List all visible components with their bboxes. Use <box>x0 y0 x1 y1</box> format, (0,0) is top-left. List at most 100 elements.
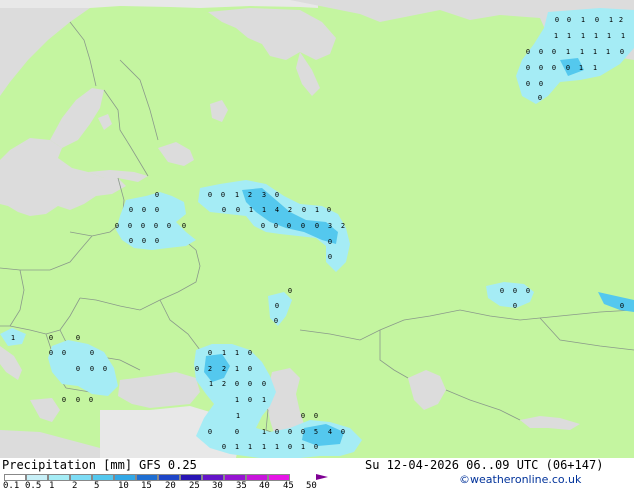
precip-value-label: 0 <box>90 349 94 357</box>
precip-value-label: 0 <box>76 365 80 373</box>
precip-value-label: 4 <box>328 428 332 436</box>
precip-value-label: 1 <box>11 334 15 342</box>
precip-value-label: 1 <box>235 349 239 357</box>
precip-value-label: 1 <box>235 365 239 373</box>
precip-value-label: 0 <box>288 443 292 451</box>
precip-value-label: 0 <box>552 64 556 72</box>
precip-value-label: 0 <box>222 206 226 214</box>
precip-value-label: 2 <box>208 365 212 373</box>
precip-value-label: 1 <box>262 396 266 404</box>
precip-value-label: 0 <box>235 428 239 436</box>
legend-swatch <box>26 474 48 481</box>
precip-value-label: 0 <box>526 80 530 88</box>
precip-value-label: 0 <box>513 302 517 310</box>
precip-value-label: 0 <box>538 94 542 102</box>
precip-value-label: 3 <box>262 191 266 199</box>
precipitation-map[interactable]: 0010121111110001111000001100000012300011… <box>0 0 634 458</box>
precip-value-label: 1 <box>262 443 266 451</box>
precip-value-label: 0 <box>620 302 624 310</box>
precip-value-label: 0 <box>328 238 332 246</box>
precip-value-label: 0 <box>103 365 107 373</box>
copyright-link[interactable]: ©weatheronline.co.uk <box>459 473 581 486</box>
precip-value-label: 0 <box>555 16 559 24</box>
precip-value-label: 4 <box>275 206 279 214</box>
legend-swatch <box>48 474 70 481</box>
precip-value-label: 0 <box>328 253 332 261</box>
legend-swatch <box>136 474 158 481</box>
precip-value-label: 1 <box>593 48 597 56</box>
precip-value-label: 0 <box>539 64 543 72</box>
precip-value-label: 0 <box>275 191 279 199</box>
precip-value-label: 0 <box>248 380 252 388</box>
precip-value-label: 1 <box>235 443 239 451</box>
precip-value-label: 0 <box>248 365 252 373</box>
legend-swatch <box>92 474 114 481</box>
precip-value-label: 0 <box>526 287 530 295</box>
precip-value-label: 0 <box>526 64 530 72</box>
precip-value-label: 1 <box>262 206 266 214</box>
precip-value-label: 0 <box>115 222 119 230</box>
map-footer: Precipitation [mm] GFS 0.25 Su 12-04-202… <box>0 458 634 491</box>
precip-value-label: 1 <box>621 32 625 40</box>
model-name: GFS 0.25 <box>139 458 197 472</box>
precip-value-label: 0 <box>567 16 571 24</box>
precip-value-label: 0 <box>314 412 318 420</box>
precip-value-label: 0 <box>208 349 212 357</box>
precip-value-label: 0 <box>315 222 319 230</box>
precip-value-label: 2 <box>288 206 292 214</box>
precip-value-label: 0 <box>526 48 530 56</box>
precip-value-label: 1 <box>315 206 319 214</box>
precip-value-label: 1 <box>609 16 613 24</box>
precip-value-label: 1 <box>235 396 239 404</box>
precip-value-label: 0 <box>539 80 543 88</box>
precip-value-label: 5 <box>314 428 318 436</box>
precip-value-label: 0 <box>288 428 292 436</box>
precip-value-label: 0 <box>155 191 159 199</box>
map-canvas: 0 0 1 0 1 21 1 1 1 1 10 0 0 1 1 1 1 00 0 0 0 1 10 000 0 0 1 2 3 00 0 1 1… <box>0 0 634 458</box>
precip-value-label: 2 <box>248 191 252 199</box>
legend-color-bar <box>4 474 290 481</box>
precip-value-label: 1 <box>209 380 213 388</box>
precip-value-label: 0 <box>222 443 226 451</box>
precip-value-label: 0 <box>182 222 186 230</box>
precip-value-label: 1 <box>594 32 598 40</box>
legend-swatch <box>268 474 290 481</box>
precip-value-label: 2 <box>341 222 345 230</box>
precip-value-label: 0 <box>89 396 93 404</box>
precip-value-label: 0 <box>90 365 94 373</box>
precip-value-label: 0 <box>327 206 331 214</box>
precip-value-label: 0 <box>301 412 305 420</box>
precip-value-label: 0 <box>76 334 80 342</box>
precip-value-label: 0 <box>129 237 133 245</box>
precip-value-label: 1 <box>607 32 611 40</box>
precip-value-label: 0 <box>154 222 158 230</box>
precip-value-label: 1 <box>275 443 279 451</box>
precip-value-label: 1 <box>606 48 610 56</box>
precip-value-label: 0 <box>620 48 624 56</box>
precip-value-label: 0 <box>274 222 278 230</box>
precip-value-label: 0 <box>129 206 133 214</box>
precip-value-label: 0 <box>301 428 305 436</box>
precip-value-label: 0 <box>262 380 266 388</box>
legend-max-arrow <box>316 474 328 480</box>
precip-value-label: 0 <box>155 206 159 214</box>
precip-value-label: 1 <box>580 48 584 56</box>
precip-value-label: 0 <box>167 222 171 230</box>
precip-value-label: 1 <box>301 443 305 451</box>
precip-value-label: 0 <box>142 237 146 245</box>
precip-value-label: 0 <box>128 222 132 230</box>
precip-value-label: 0 <box>248 396 252 404</box>
precip-value-label: 1 <box>581 32 585 40</box>
precip-value-label: 0 <box>195 365 199 373</box>
precip-value-label: 0 <box>141 222 145 230</box>
precip-value-label: 0 <box>314 443 318 451</box>
precip-value-label: 0 <box>301 222 305 230</box>
precip-value-label: 0 <box>208 191 212 199</box>
precip-value-label: 1 <box>554 32 558 40</box>
precip-value-label: 0 <box>288 287 292 295</box>
legend-swatch <box>202 474 224 481</box>
precip-value-label: 0 <box>248 349 252 357</box>
precip-value-label: 0 <box>595 16 599 24</box>
precip-value-label: 1 <box>593 64 597 72</box>
precip-value-label: 1 <box>567 32 571 40</box>
